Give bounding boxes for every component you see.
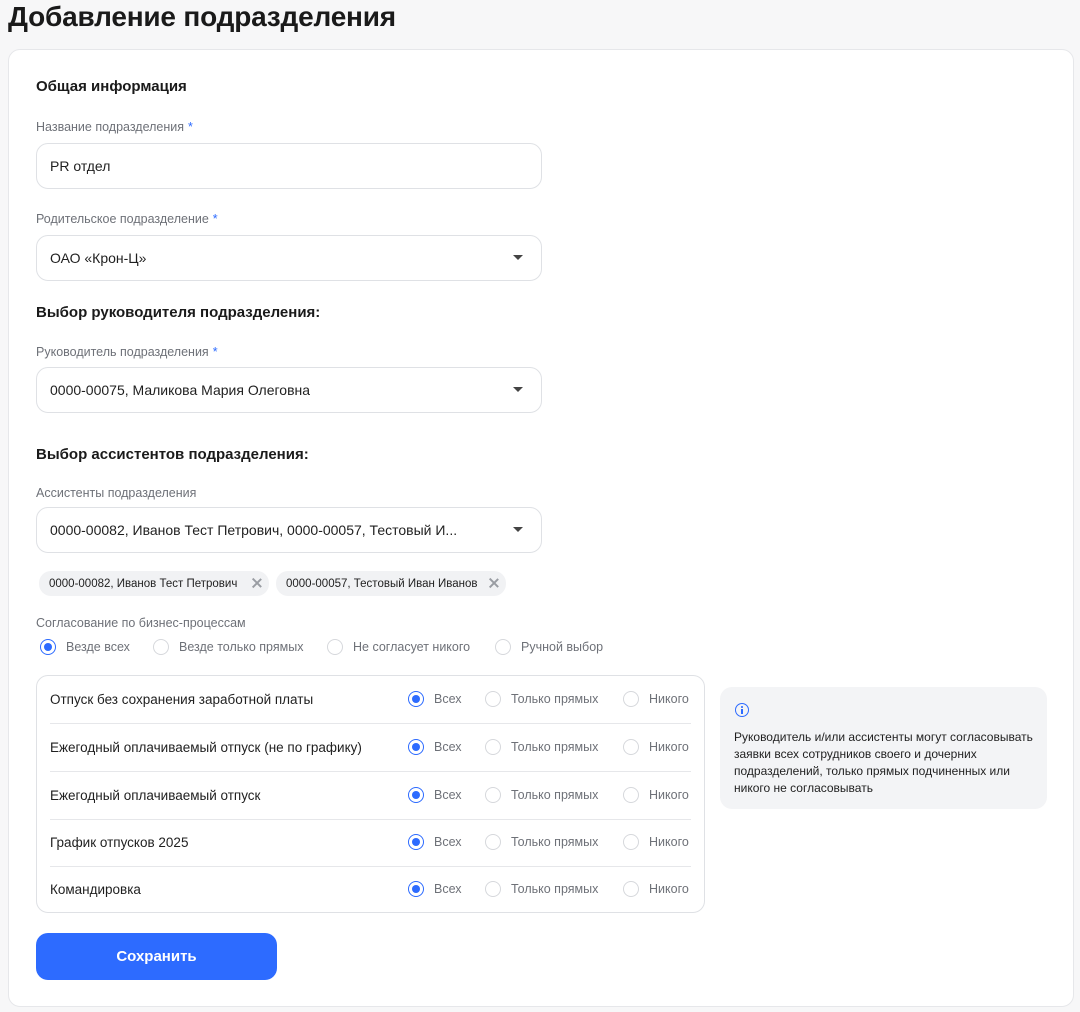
option-direct[interactable]: Только прямых (485, 739, 598, 755)
parent-department-label: Родительское подразделение * (36, 212, 218, 226)
table-row: Ежегодный оплачиваемый отпуск (не по гра… (50, 724, 691, 772)
table-row: Ежегодный оплачиваемый отпуск Всех Тольк… (50, 772, 691, 820)
required-mark: * (188, 120, 193, 134)
chevron-down-icon (513, 527, 523, 532)
radio[interactable] (485, 739, 501, 755)
option-none[interactable]: Никого (623, 691, 689, 707)
close-icon[interactable] (251, 577, 263, 589)
radio[interactable] (485, 787, 501, 803)
required-mark: * (212, 345, 218, 359)
parent-department-select[interactable]: ОАО «Крон-Ц» (36, 235, 542, 281)
option-direct[interactable]: Только прямых (485, 881, 598, 897)
page-title: Добавление подразделения (8, 1, 396, 32)
radio[interactable] (623, 834, 639, 850)
process-name: Отпуск без сохранения заработной платы (50, 692, 314, 707)
radio[interactable] (153, 639, 169, 655)
approval-option-all[interactable]: Везде всех (40, 639, 130, 655)
option-none[interactable]: Никого (623, 881, 689, 897)
option-none[interactable]: Никого (623, 787, 689, 803)
option-all[interactable]: Всех (408, 881, 462, 897)
department-name-value: PR отдел (50, 158, 111, 174)
manager-label: Руководитель подразделения * (36, 345, 218, 359)
radio[interactable] (485, 881, 501, 897)
radio[interactable] (623, 787, 639, 803)
table-row: График отпусков 2025 Всех Только прямых … (50, 819, 691, 867)
option-all[interactable]: Всех (408, 787, 462, 803)
info-icon (735, 703, 749, 717)
assistants-select[interactable]: 0000-00082, Иванов Тест Петрович, 0000-0… (36, 507, 542, 553)
form-card: Общая информация Название подразделения *… (8, 49, 1074, 1007)
table-row: Отпуск без сохранения заработной платы В… (50, 676, 691, 724)
radio-selected[interactable] (408, 787, 424, 803)
chevron-down-icon (513, 387, 523, 392)
radio-selected[interactable] (408, 739, 424, 755)
radio-selected[interactable] (408, 881, 424, 897)
assistant-chip: 0000-00082, Иванов Тест Петрович (39, 571, 269, 596)
assistants-label: Ассистенты подразделения (36, 486, 197, 500)
option-direct[interactable]: Только прямых (485, 834, 598, 850)
radio[interactable] (485, 691, 501, 707)
close-icon[interactable] (488, 577, 500, 589)
manager-select[interactable]: 0000-00075, Маликова Мария Олеговна (36, 367, 542, 413)
chevron-down-icon (513, 255, 523, 260)
department-name-input[interactable]: PR отдел (36, 143, 542, 189)
option-direct[interactable]: Только прямых (485, 691, 598, 707)
radio[interactable] (623, 881, 639, 897)
process-approval-table: Отпуск без сохранения заработной платы В… (36, 675, 705, 913)
process-name: Ежегодный оплачиваемый отпуск (50, 788, 261, 803)
approval-option-manual[interactable]: Ручной выбор (495, 639, 603, 655)
option-all[interactable]: Всех (408, 739, 462, 755)
radio-selected[interactable] (40, 639, 56, 655)
approval-label: Согласование по бизнес-процессам (36, 616, 246, 630)
radio[interactable] (327, 639, 343, 655)
option-direct[interactable]: Только прямых (485, 787, 598, 803)
approval-option-direct[interactable]: Везде только прямых (153, 639, 303, 655)
radio-selected[interactable] (408, 834, 424, 850)
info-text: Руководитель и/или ассистенты могут согл… (734, 730, 1033, 795)
general-section-title: Общая информация (36, 78, 187, 95)
approval-option-none[interactable]: Не согласует никого (327, 639, 470, 655)
save-button[interactable]: Сохранить (36, 933, 277, 980)
assistants-value: 0000-00082, Иванов Тест Петрович, 0000-0… (50, 522, 458, 538)
parent-department-value: ОАО «Крон-Ц» (50, 250, 147, 266)
radio[interactable] (623, 739, 639, 755)
option-all[interactable]: Всех (408, 691, 462, 707)
table-row: Командировка Всех Только прямых Никого (50, 866, 691, 914)
radio[interactable] (485, 834, 501, 850)
process-name: График отпусков 2025 (50, 835, 189, 850)
manager-value: 0000-00075, Маликова Мария Олеговна (50, 382, 311, 398)
manager-section-title: Выбор руководителя подразделения: (36, 304, 321, 321)
option-all[interactable]: Всех (408, 834, 462, 850)
process-name: Ежегодный оплачиваемый отпуск (не по гра… (50, 740, 362, 755)
radio[interactable] (623, 691, 639, 707)
department-name-label: Название подразделения * (36, 120, 193, 134)
radio[interactable] (495, 639, 511, 655)
radio-selected[interactable] (408, 691, 424, 707)
option-none[interactable]: Никого (623, 834, 689, 850)
info-panel: Руководитель и/или ассистенты могут согл… (720, 687, 1047, 809)
required-mark: * (212, 212, 218, 226)
process-name: Командировка (50, 882, 141, 897)
assistant-chip: 0000-00057, Тестовый Иван Иванов (276, 571, 506, 596)
assistants-section-title: Выбор ассистентов подразделения: (36, 446, 309, 463)
option-none[interactable]: Никого (623, 739, 689, 755)
